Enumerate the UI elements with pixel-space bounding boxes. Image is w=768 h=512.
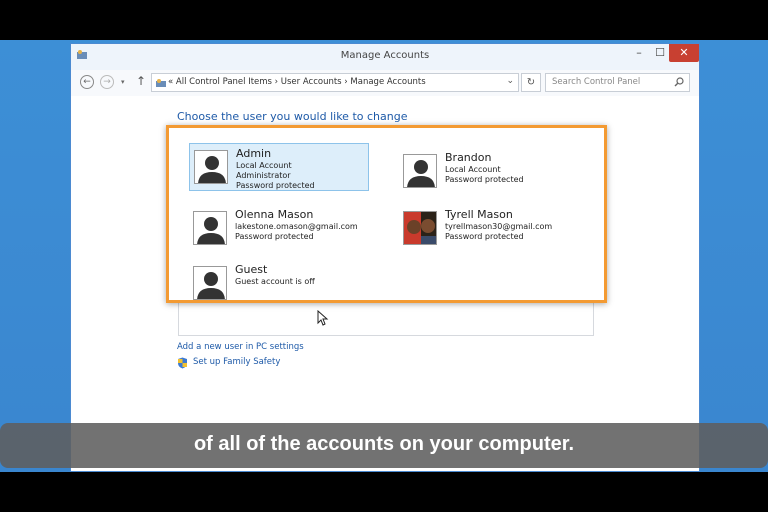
caption-bar: of all of the accounts on your computer. [0, 423, 768, 468]
account-name: Tyrell Mason [445, 208, 513, 221]
account-status: Password protected [445, 232, 524, 241]
title-bar[interactable]: Manage Accounts – ☐ ✕ [71, 44, 699, 70]
up-button[interactable]: ↑ [136, 74, 146, 88]
user-avatar-icon [194, 150, 228, 184]
user-avatar-icon [193, 211, 227, 245]
minimize-button[interactable]: – [629, 44, 649, 62]
maximize-button[interactable]: ☐ [650, 44, 670, 62]
shield-icon [178, 357, 187, 369]
user-avatar-icon [403, 154, 437, 188]
navigation-bar: ← → ▾ ↑ « All Control Panel Items › User… [71, 70, 699, 96]
mouse-cursor-icon [317, 310, 329, 326]
control-panel-icon [156, 79, 166, 87]
account-name: Olenna Mason [235, 208, 314, 221]
window-title: Manage Accounts [340, 50, 430, 61]
account-email: tyrellmason30@gmail.com [445, 222, 553, 231]
account-guest[interactable]: Guest Guest account is off [189, 260, 369, 308]
refresh-button[interactable]: ↻ [521, 73, 541, 92]
recent-locations-button[interactable]: ▾ [121, 78, 125, 86]
letterbox-top [0, 0, 768, 40]
letterbox-bottom [0, 472, 768, 512]
breadcrumb[interactable]: « All Control Panel Items › User Account… [168, 77, 426, 87]
video-frame: Manage Accounts – ☐ ✕ ← → ▾ ↑ « All Cont… [0, 0, 768, 512]
account-olenna-mason[interactable]: Olenna Mason lakestone.omason@gmail.com … [189, 205, 369, 253]
account-admin[interactable]: Admin Local Account Administrator Passwo… [189, 143, 369, 191]
subtitle-caption: of all of the accounts on your computer. [193, 433, 575, 455]
add-user-link[interactable]: Add a new user in PC settings [177, 342, 304, 352]
account-status: Guest account is off [235, 277, 315, 286]
forward-button[interactable]: → [100, 75, 114, 89]
close-button[interactable]: ✕ [669, 44, 699, 62]
account-email: lakestone.omason@gmail.com [235, 222, 358, 231]
user-avatar-icon [193, 266, 227, 300]
search-input[interactable]: Search Control Panel [552, 77, 640, 87]
page-heading: Choose the user you would like to change [177, 110, 408, 123]
account-status: Password protected [235, 232, 314, 241]
address-bar[interactable]: « All Control Panel Items › User Account… [151, 73, 519, 92]
account-type: Local Account [236, 161, 292, 170]
search-icon[interactable] [674, 77, 684, 87]
account-type: Local Account [445, 165, 501, 174]
search-box[interactable]: Search Control Panel [545, 73, 690, 92]
account-status: Password protected [445, 175, 524, 184]
accounts-highlight-box: Admin Local Account Administrator Passwo… [166, 125, 607, 303]
address-dropdown-icon[interactable]: ⌄ [506, 76, 514, 86]
account-status: Password protected [236, 181, 315, 190]
account-name: Guest [235, 263, 268, 276]
back-button[interactable]: ← [80, 75, 94, 89]
user-photo [403, 211, 437, 245]
account-role: Administrator [236, 171, 291, 180]
account-name: Brandon [445, 151, 492, 164]
account-tyrell-mason[interactable]: Tyrell Mason tyrellmason30@gmail.com Pas… [399, 205, 579, 253]
account-brandon[interactable]: Brandon Local Account Password protected [399, 148, 579, 196]
manage-accounts-window: Manage Accounts – ☐ ✕ ← → ▾ ↑ « All Cont… [70, 43, 700, 472]
account-name: Admin [236, 147, 272, 160]
family-safety-link[interactable]: Set up Family Safety [193, 357, 280, 367]
